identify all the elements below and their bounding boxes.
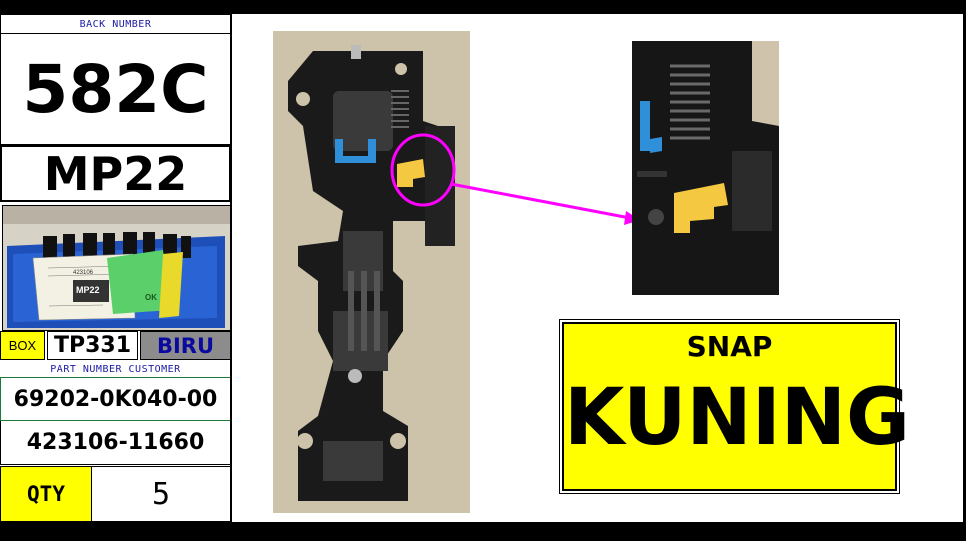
callout-arrow-line [450, 182, 631, 220]
snap-color-value: KUNING [564, 373, 911, 463]
snap-title: SNAP [686, 330, 773, 363]
callout-circle [390, 133, 456, 207]
snap-color-box: SNAP KUNING [559, 319, 911, 494]
zoom-part-photo [632, 41, 779, 295]
zoom-part-image [632, 41, 779, 295]
